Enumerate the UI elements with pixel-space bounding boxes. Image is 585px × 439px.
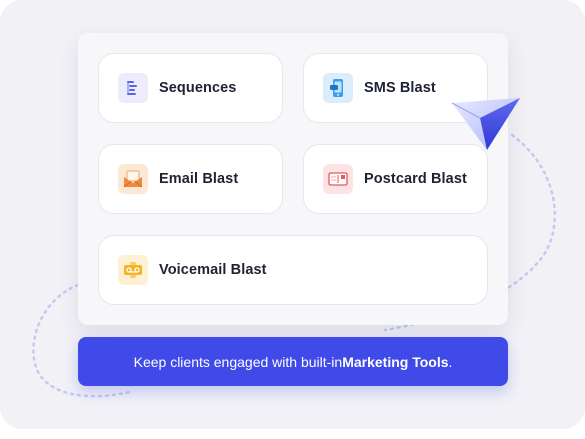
background-frame: Sequences SMS Blast Email Blast Postcard… <box>0 0 585 429</box>
banner-text-suffix: . <box>448 353 453 370</box>
marketing-tools-banner: Keep clients engaged with built-in Marke… <box>78 337 508 386</box>
banner-text-prefix: Keep clients engaged with built-in <box>133 353 343 370</box>
banner-highlight: Marketing Tools <box>342 353 449 370</box>
